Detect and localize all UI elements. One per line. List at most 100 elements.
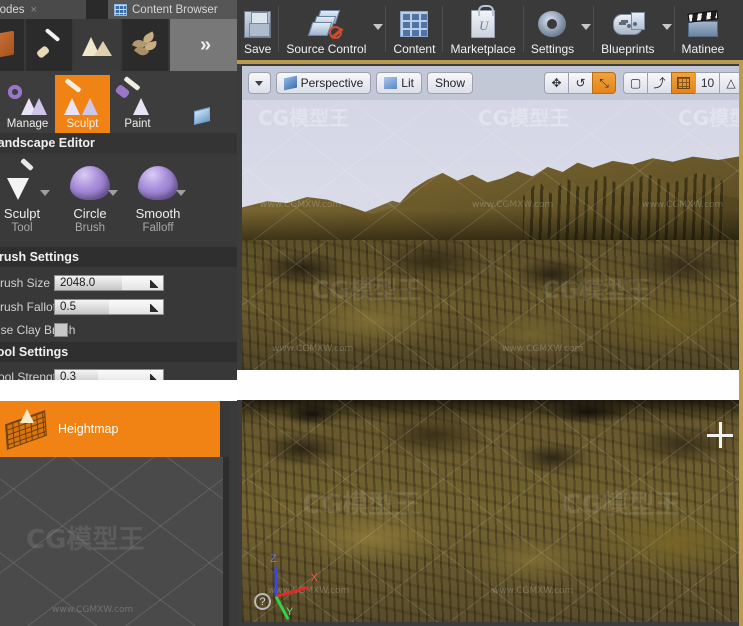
matinee-clapper-icon xyxy=(687,6,719,42)
brush-size-label: Brush Size xyxy=(0,276,51,290)
landscape-editor-title: Landscape Editor xyxy=(0,136,95,150)
grid-snap-button[interactable] xyxy=(671,72,695,94)
tab-modes[interactable]: Modes × xyxy=(0,0,86,19)
chevron-down-icon xyxy=(255,80,264,86)
heightmap-icon xyxy=(4,409,50,450)
toolbar-marketplace-button[interactable]: Marketplace xyxy=(443,0,522,58)
coordinate-system-button[interactable]: ▢ xyxy=(623,72,647,94)
mode-place[interactable] xyxy=(0,19,26,71)
landscape-tool-paint[interactable]: Paint xyxy=(110,75,165,133)
viewport-right-border xyxy=(739,60,743,626)
paint-icon xyxy=(114,75,159,117)
brush-size-input[interactable]: 2048.0 xyxy=(54,275,164,291)
lit-cube-icon xyxy=(384,77,398,89)
perspective-viewport[interactable]: CG模型王 CG模型王 CG模型王 www.CGMXW.com www.CGMX… xyxy=(242,100,743,240)
heightmap-label: Heightmap xyxy=(58,422,119,436)
sculpt-icon xyxy=(62,77,104,117)
viewport-divider xyxy=(237,370,743,400)
surface-snap-icon: ⤴ xyxy=(653,76,666,90)
landscape-tool-paint-label: Paint xyxy=(124,118,151,130)
perspective-viewport-lower-half[interactable]: CG模型王 CG模型王 www.CGMXW.com www.CGMXW.com xyxy=(242,240,743,370)
viewport-terrain-topdown xyxy=(242,400,743,622)
viewport-options-menu[interactable] xyxy=(248,72,271,94)
brush-size-row: Brush Size 2048.0 xyxy=(0,272,237,294)
viewport-top-border xyxy=(237,60,743,64)
selector-brush-name: Circle xyxy=(73,206,107,221)
editor-mode-bar: » xyxy=(0,19,237,71)
heightmap-detail-area: CG模型王 www.CGMXW.com xyxy=(0,457,223,626)
toolbar-save-button[interactable]: Save xyxy=(237,0,278,58)
selector-tool-kind: Tool xyxy=(11,222,33,234)
chevron-down-icon[interactable] xyxy=(373,24,384,30)
left-modes-panel: Modes × Content Browser » xyxy=(0,0,248,626)
toolbar-marketplace-label: Marketplace xyxy=(450,42,516,56)
scale-icon: ⤡ xyxy=(599,76,609,90)
mode-foliage[interactable] xyxy=(122,19,170,71)
chevron-down-icon[interactable] xyxy=(661,24,672,30)
brush-falloff-value: 0.5 xyxy=(55,300,109,314)
grid-icon xyxy=(677,77,690,89)
tab-strip: Modes × Content Browser xyxy=(0,0,248,19)
blueprints-icon xyxy=(612,6,645,42)
toolbar-matinee-label: Matinee xyxy=(681,42,725,56)
watermark-url: www.CGMXW.com xyxy=(52,605,134,615)
help-icon[interactable]: ? xyxy=(254,593,271,610)
selector-tool[interactable]: Sculpt Tool xyxy=(0,155,56,245)
manage-icon xyxy=(7,83,49,117)
tool-selector-row: Sculpt Tool Circle Brush Smooth Falloff xyxy=(0,155,237,245)
top-down-viewport[interactable]: CG模型王 CG模型王 www.CGMXW.com www.CGMXW.com … xyxy=(242,400,743,622)
viewport-area: Perspective Lit Show ✥ ↺ ⤡ ▢ ⤴ 10 △ CG模型… xyxy=(237,60,743,626)
viewport-view-mode-button[interactable]: Perspective xyxy=(275,72,372,94)
grid-size-dropdown[interactable]: 10 xyxy=(695,72,719,94)
viewport-toolbar: Perspective Lit Show ✥ ↺ ⤡ ▢ ⤴ 10 △ xyxy=(242,66,743,100)
chevron-down-icon[interactable] xyxy=(176,190,186,196)
grid-size-value: 10 xyxy=(700,76,715,90)
brush-size-stepper[interactable] xyxy=(121,276,163,290)
mode-expand-button[interactable]: » xyxy=(170,19,237,71)
landscape-tool-manage[interactable]: Manage xyxy=(0,75,55,133)
scale-tool-button[interactable]: ⤡ xyxy=(592,72,616,94)
close-icon[interactable]: × xyxy=(31,4,37,16)
toolbar-blueprints-label: Blueprints xyxy=(601,42,655,56)
mode-landscape[interactable] xyxy=(74,19,122,71)
selector-falloff-kind: Falloff xyxy=(142,222,174,234)
toolbar-settings-button[interactable]: Settings xyxy=(524,0,581,58)
move-icon: ✥ xyxy=(551,76,562,90)
save-disk-icon xyxy=(244,6,272,42)
tool-settings-header: Tool Settings xyxy=(0,342,237,362)
trowel-icon xyxy=(0,159,56,207)
use-clay-brush-checkbox[interactable] xyxy=(54,323,68,337)
chevron-down-icon[interactable] xyxy=(581,24,592,30)
viewport-terrain-detail xyxy=(242,240,743,370)
perspective-cube-icon xyxy=(283,75,297,91)
brush-falloff-stepper[interactable] xyxy=(109,300,163,314)
selector-falloff[interactable]: Smooth Falloff xyxy=(124,155,192,245)
heightmap-list-item[interactable]: Heightmap xyxy=(0,401,220,457)
toolbar-content-button[interactable]: Content xyxy=(386,0,442,58)
watermark-brand: CG模型王 xyxy=(26,525,145,555)
world-cube-icon: ▢ xyxy=(629,76,642,90)
panel-divider xyxy=(0,380,237,401)
surface-snap-button[interactable]: ⤴ xyxy=(647,72,671,94)
selector-falloff-name: Smooth xyxy=(135,206,181,221)
toolbar-matinee-button[interactable]: Matinee xyxy=(675,0,732,58)
viewport-lighting-button[interactable]: Lit xyxy=(376,72,422,94)
brush-settings-header: Brush Settings xyxy=(0,247,237,267)
mode-paint[interactable] xyxy=(26,19,74,71)
toolbar-content-label: Content xyxy=(393,42,436,56)
transform-tool-group: ✥ ↺ ⤡ xyxy=(544,72,616,94)
landscape-tool-extra[interactable] xyxy=(165,75,220,133)
toolbar-blueprints-button[interactable]: Blueprints xyxy=(594,0,661,58)
dome-icon xyxy=(124,159,192,207)
chevron-down-icon[interactable] xyxy=(40,190,50,196)
landscape-tool-sculpt[interactable]: Sculpt xyxy=(55,75,110,133)
viewport-show-button[interactable]: Show xyxy=(426,72,473,94)
brush-falloff-row: Brush Falloff 0.5 xyxy=(0,296,237,318)
selector-brush[interactable]: Circle Brush xyxy=(56,155,124,245)
rotate-tool-button[interactable]: ↺ xyxy=(568,72,592,94)
toolbar-source-control-button[interactable]: Source Control xyxy=(279,0,373,58)
translate-tool-button[interactable]: ✥ xyxy=(544,72,568,94)
chevron-down-icon[interactable] xyxy=(108,190,118,196)
brush-falloff-input[interactable]: 0.5 xyxy=(54,299,164,315)
tab-content-browser[interactable]: Content Browser xyxy=(108,0,248,19)
